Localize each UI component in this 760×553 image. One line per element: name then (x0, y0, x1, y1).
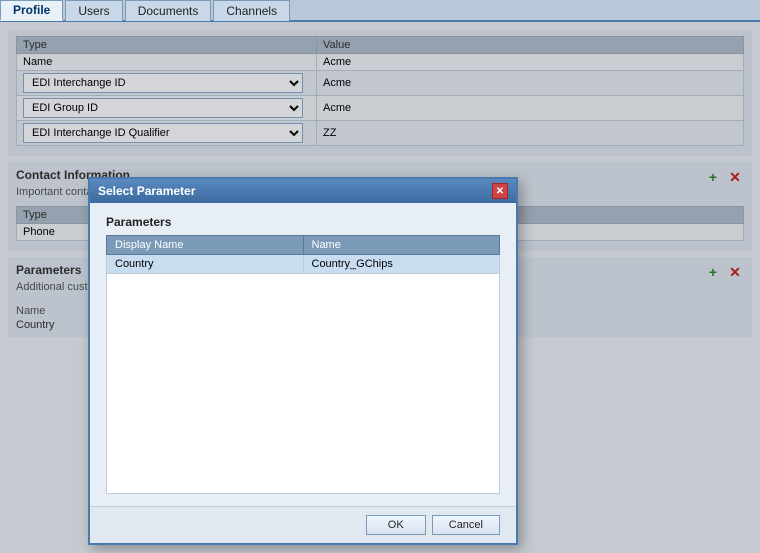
tab-documents[interactable]: Documents (125, 0, 212, 21)
dialog-footer: OK Cancel (90, 506, 516, 543)
ok-button[interactable]: OK (366, 515, 426, 535)
dialog-col-display: Display Name (107, 236, 304, 255)
select-parameter-dialog: Select Parameter ✕ Parameters Display Na… (88, 177, 518, 545)
dialog-close-button[interactable]: ✕ (492, 183, 508, 199)
dialog-empty-area (106, 274, 500, 494)
dialog-section-label: Parameters (106, 215, 500, 229)
dialog-table-row[interactable]: Country Country_GChips (107, 255, 500, 274)
tab-bar: Profile Users Documents Channels (0, 0, 760, 22)
dialog-title: Select Parameter (98, 184, 195, 198)
dialog-row-display: Country (107, 255, 304, 274)
main-content: Type Value Name Acme EDI Interchange ID (0, 22, 760, 553)
dialog-parameters-table: Display Name Name Country Country_GChips (106, 235, 500, 274)
dialog-row-name: Country_GChips (303, 255, 500, 274)
tab-channels[interactable]: Channels (213, 0, 290, 21)
dialog-col-name: Name (303, 236, 500, 255)
tab-users[interactable]: Users (65, 0, 122, 21)
dialog-titlebar: Select Parameter ✕ (90, 179, 516, 203)
dialog-body: Parameters Display Name Name Country Cou… (90, 203, 516, 506)
tab-profile[interactable]: Profile (0, 0, 63, 21)
cancel-button[interactable]: Cancel (432, 515, 500, 535)
